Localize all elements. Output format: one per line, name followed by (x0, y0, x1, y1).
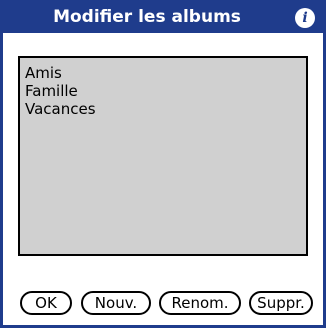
title-bar: Modifier les albums i (3, 3, 323, 33)
delete-button[interactable]: Suppr. (249, 291, 313, 315)
list-item-vacances[interactable]: Vacances (25, 100, 96, 118)
list-item-amis[interactable]: Amis (25, 64, 62, 82)
rename-button[interactable]: Renom. (159, 291, 241, 315)
album-list[interactable]: Amis Famille Vacances (18, 56, 308, 256)
dialog-title: Modifier les albums (53, 7, 241, 27)
ok-button[interactable]: OK (20, 291, 72, 315)
info-icon[interactable]: i (295, 8, 315, 28)
list-item-famille[interactable]: Famille (25, 82, 78, 100)
edit-albums-dialog: Modifier les albums i Amis Famille Vacan… (0, 0, 326, 328)
new-button[interactable]: Nouv. (81, 291, 151, 315)
